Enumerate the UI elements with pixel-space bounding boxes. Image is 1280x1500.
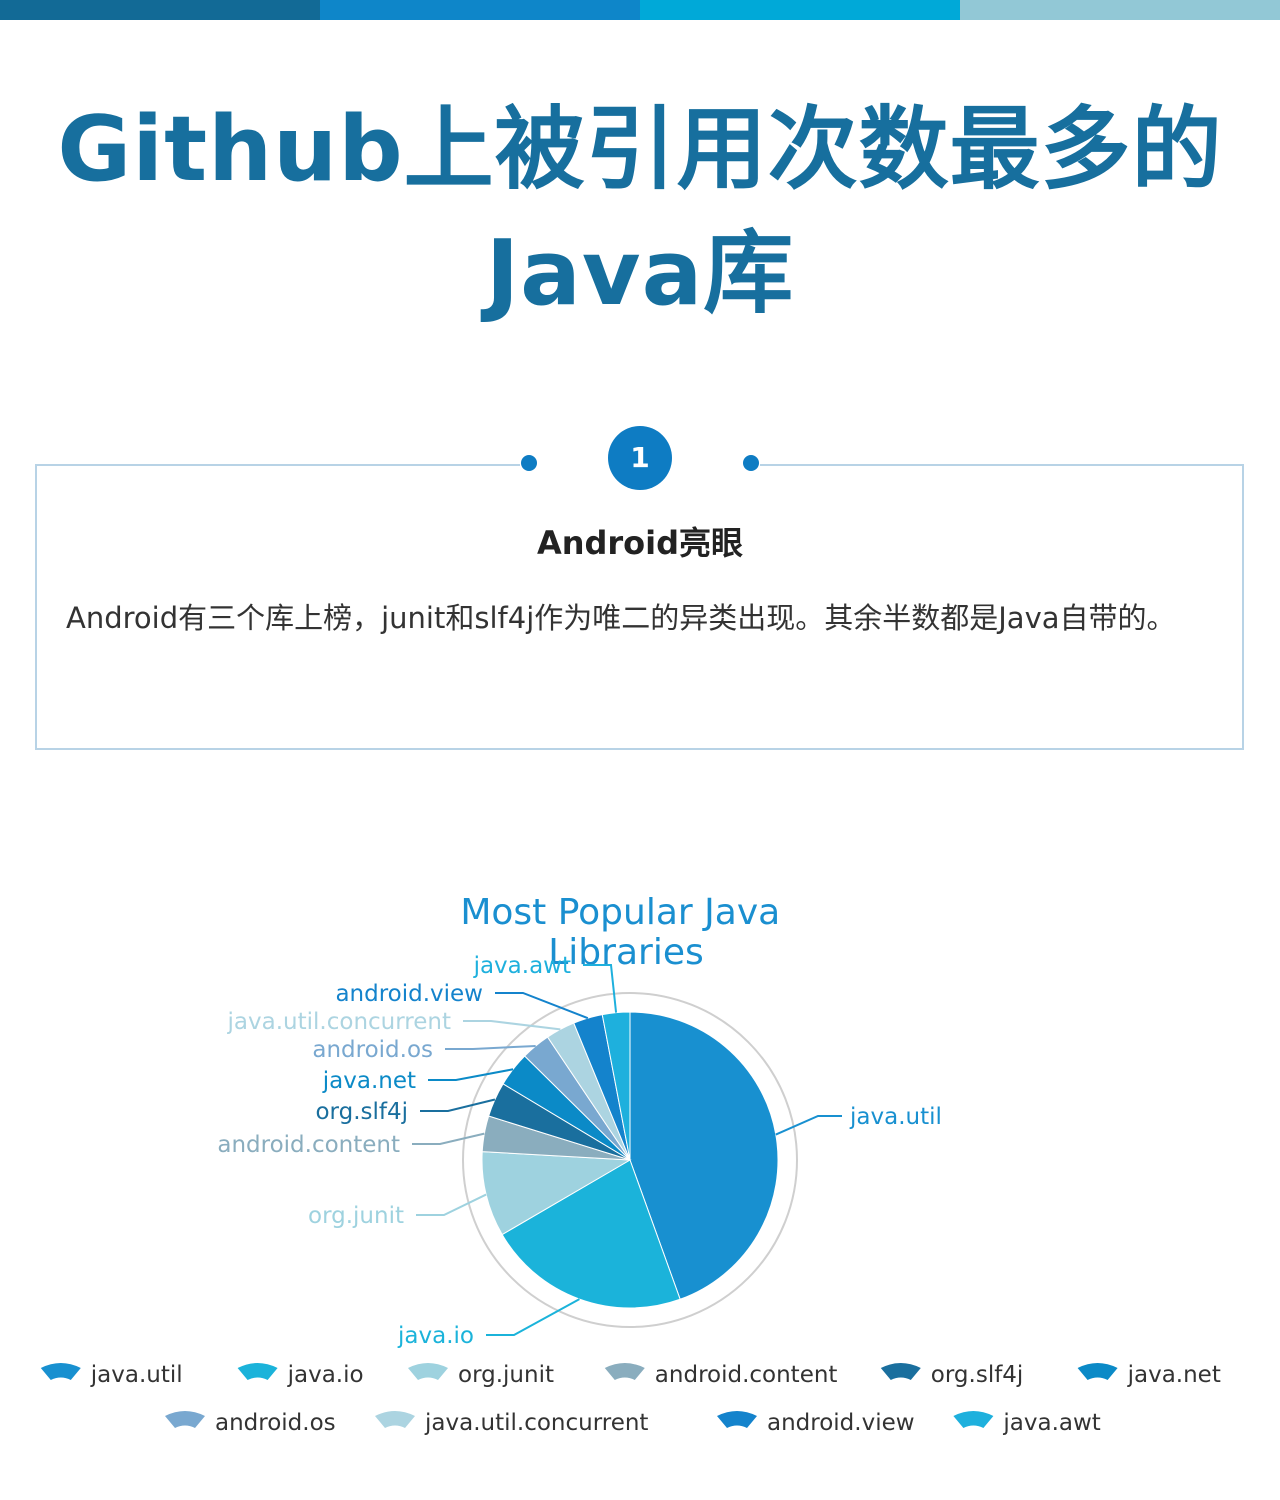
chart-legend: java.util java.io org.junit android.content… [40,1362,1221,1436]
legend-swatch-icon [165,1411,205,1428]
legend-label: android.content [655,1362,838,1388]
legend-item-android-view[interactable]: android.view [717,1410,915,1436]
legend-label: org.slf4j [931,1362,1024,1388]
data-label-java-util-concurrent: java.util.concurrent [227,1009,451,1035]
data-label-java-io: java.io [397,1323,474,1349]
callout-line-java-util-concurrent [463,1020,561,1031]
legend-swatch-icon [40,1363,81,1380]
data-label-android-view: android.view [335,981,483,1007]
legend-label: java.net [1127,1362,1221,1388]
legend-swatch-icon [1077,1363,1118,1380]
legend-swatch-icon [375,1411,415,1428]
legend-item-android-content[interactable]: android.content [604,1362,838,1388]
data-label-java-awt: java.awt [473,953,571,979]
pie-slices [481,1011,779,1309]
legend-swatch-icon [953,1411,994,1428]
legend-label: java.io [287,1362,364,1388]
chart-title-line-2: Libraries [548,932,703,973]
legend-item-android-os[interactable]: android.os [165,1410,336,1436]
legend-item-org-junit[interactable]: org.junit [408,1362,554,1388]
legend-item-java-io[interactable]: java.io [237,1362,364,1388]
legend-swatch-icon [408,1363,448,1380]
legend-item-java-util-concurrent[interactable]: java.util.concurrent [375,1410,648,1436]
callout-line-android-content [412,1132,485,1145]
callout-line-android-os [445,1044,536,1050]
legend-item-java-awt[interactable]: java.awt [953,1410,1101,1436]
callout-line-java-net [428,1068,514,1081]
data-label-android-os: android.os [312,1037,433,1063]
legend-swatch-icon [237,1363,278,1380]
data-label-android-content: android.content [217,1132,400,1158]
legend-swatch-icon [604,1363,645,1380]
legend-item-java-util[interactable]: java.util [40,1362,183,1388]
callout-line-org-junit [416,1193,487,1216]
legend-label: android.view [767,1410,915,1436]
callout-line-org-slf4j [420,1098,496,1112]
data-label-org-junit: org.junit [308,1203,404,1229]
data-label-org-slf4j: org.slf4j [315,1099,408,1125]
legend-label: android.os [215,1410,336,1436]
legend-label: java.util [90,1362,183,1388]
callout-line-java-util [775,1115,842,1136]
legend-item-org-slf4j[interactable]: org.slf4j [880,1362,1024,1388]
legend-label: java.awt [1002,1410,1100,1436]
chart-title-line-1: Most Popular Java [460,892,780,933]
legend-label: java.util.concurrent [424,1410,648,1436]
legend-label: org.junit [458,1362,554,1388]
callout-line-android-view [495,992,589,1020]
legend-swatch-icon [717,1411,757,1428]
data-label-java-net: java.net [322,1068,416,1094]
callout-line-java-io [486,1298,580,1336]
data-label-java-util: java.util [849,1104,942,1130]
pie-chart: Most Popular Java Libraries java.utiljav… [40,892,1221,1436]
legend-swatch-icon [880,1363,921,1380]
legend-item-java-net[interactable]: java.net [1077,1362,1221,1388]
